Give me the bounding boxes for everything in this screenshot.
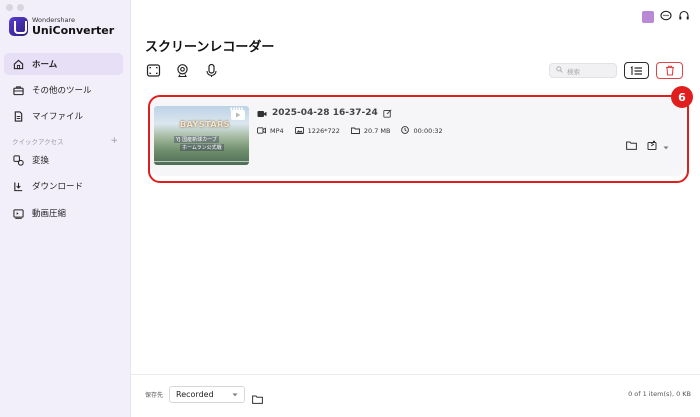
avatar[interactable] [642,10,654,23]
page-title: スクリーンレコーダー [145,40,275,55]
list-view-button[interactable] [624,62,649,79]
sidebar: Wondershare UniConverter ホーム その他のツール マイフ… [0,0,131,417]
annotation-badge: 6 [671,86,693,108]
open-output-folder-icon[interactable] [252,389,263,408]
search-icon [556,66,563,75]
compress-icon [12,207,24,219]
screen-record-button[interactable] [145,62,162,79]
audio-record-button[interactable] [203,62,220,79]
items-summary: 0 of 1 item(s), 0 KB [628,390,691,398]
list-icon [630,61,643,80]
sidebar-item-download[interactable]: ダウンロード [4,175,123,197]
window-minimize-button[interactable] [17,4,24,11]
toolbox-icon [12,84,24,96]
recorder-toolbar [145,62,220,79]
save-location-select[interactable]: Recorded [169,386,245,403]
sidebar-item-home[interactable]: ホーム [4,53,123,75]
download-icon [12,180,24,192]
app-window: Wondershare UniConverter ホーム その他のツール マイフ… [0,0,700,417]
annotation-highlight [148,95,689,183]
sidebar-item-label: 動画圧縮 [32,209,67,219]
search-placeholder: 検索 [567,67,580,76]
sidebar-item-label: 変換 [32,156,50,166]
convert-icon [12,154,24,166]
sidebar-item-compress[interactable]: 動画圧縮 [4,202,123,224]
sidebar-item-label: その他のツール [32,86,92,96]
sidebar-item-convert[interactable]: 変換 [4,149,123,171]
headset-icon[interactable] [678,7,690,26]
sidebar-item-label: ホーム [32,60,58,70]
app-logo-icon [9,17,28,36]
window-controls [6,4,24,11]
sidebar-item-label: マイファイル [32,112,84,122]
sidebar-item-other-tools[interactable]: その他のツール [4,79,123,101]
chat-icon[interactable] [660,7,672,26]
save-location-value: Recorded [176,390,214,399]
delete-button[interactable] [656,62,683,79]
save-location-label: 保存先 [145,392,164,399]
webcam-record-button[interactable] [174,62,191,79]
window-close-button[interactable] [6,4,13,11]
chevron-down-icon [232,390,238,399]
sidebar-item-my-files[interactable]: マイファイル [4,105,123,127]
sidebar-item-label: ダウンロード [32,182,84,192]
trash-icon [665,61,675,80]
brand: Wondershare UniConverter [9,17,114,36]
quick-access-add-button[interactable]: + [110,136,118,146]
brand-company: Wondershare [32,16,75,25]
file-icon [12,110,24,122]
home-icon [12,58,24,70]
brand-product: UniConverter [32,23,115,37]
quick-access-header: クイックアクセス + [12,136,118,146]
top-right-icons [642,7,690,26]
search-input[interactable]: 検索 [549,63,617,78]
quick-access-label: クイックアクセス [12,138,64,146]
